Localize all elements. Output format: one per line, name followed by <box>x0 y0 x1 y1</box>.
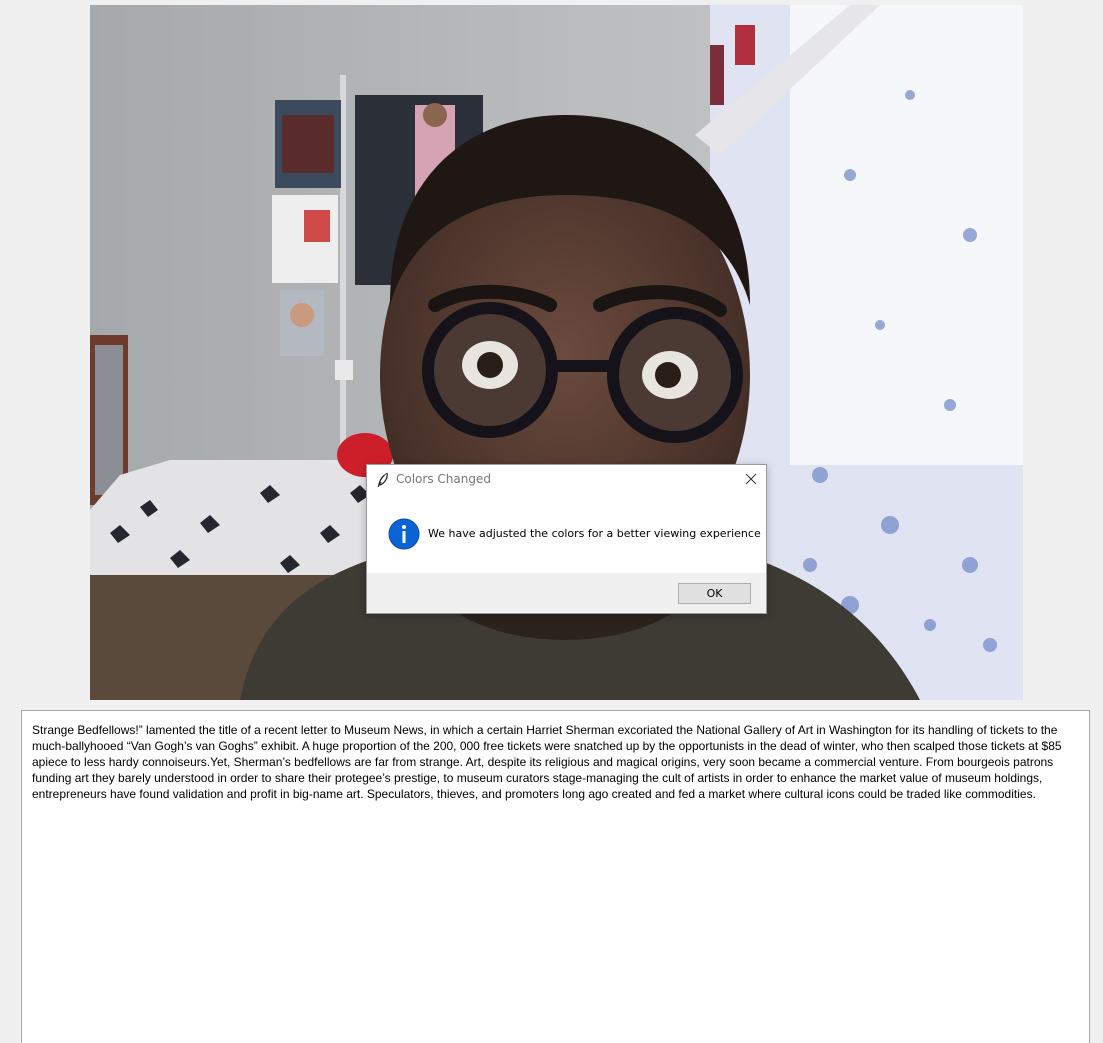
ok-button[interactable]: OK <box>678 583 751 604</box>
text-area[interactable]: Strange Bedfellows!” lamented the title … <box>21 710 1090 1043</box>
close-icon[interactable] <box>740 468 762 490</box>
dialog-title: Colors Changed <box>396 472 491 486</box>
info-dialog: Colors Changed We have adjusted the colo… <box>366 464 767 614</box>
app-window: Strange Bedfellows!” lamented the title … <box>0 0 1103 1043</box>
feather-icon <box>376 472 390 488</box>
dialog-footer: OK <box>367 573 766 613</box>
dialog-titlebar[interactable]: Colors Changed <box>367 465 766 494</box>
text-area-content: Strange Bedfellows!” lamented the title … <box>32 723 1062 801</box>
dialog-message: We have adjusted the colors for a better… <box>428 527 761 540</box>
info-icon <box>388 518 420 550</box>
dialog-body: We have adjusted the colors for a better… <box>367 494 766 573</box>
